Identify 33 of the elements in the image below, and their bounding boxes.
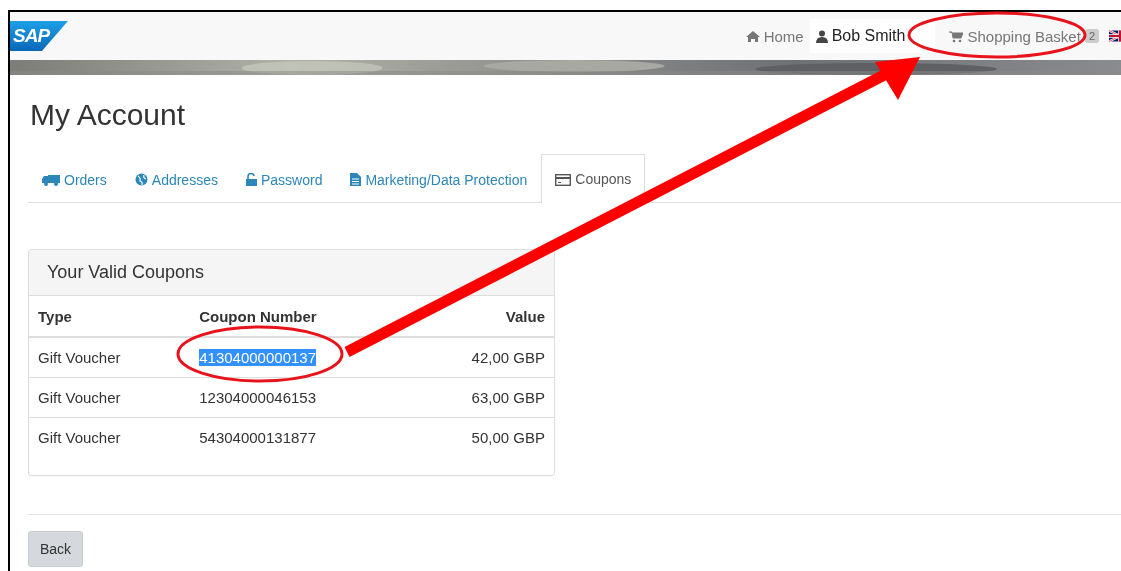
table-cell: 50,00 GBP (407, 417, 554, 457)
column-header: Type (29, 296, 191, 337)
user-icon (815, 29, 828, 43)
table-cell: Gift Voucher (29, 337, 191, 378)
page-title: My Account (30, 98, 187, 132)
tab[interactable]: Orders (28, 155, 121, 203)
coupon-number: 54304000131877 (199, 429, 316, 446)
tab[interactable]: Marketing/Data Protection (336, 155, 542, 203)
home-icon (745, 29, 760, 43)
tab[interactable]: Addresses (120, 155, 232, 203)
column-header: Value (407, 296, 554, 337)
home-link[interactable]: Home (739, 12, 810, 60)
table-cell: 63,00 GBP (407, 377, 554, 418)
globe-icon (134, 173, 148, 186)
coupon-number: 12304000046153 (199, 389, 316, 406)
logo[interactable]: SAP (10, 21, 68, 51)
count-badge: 2 (1084, 29, 1099, 43)
table-cell: 42,00 GBP (407, 337, 554, 378)
cart-icon (949, 29, 964, 43)
tab[interactable]: Password (231, 155, 337, 203)
back-button[interactable]: Back (28, 531, 84, 567)
document-icon (350, 173, 362, 186)
tab[interactable]: Coupons (541, 154, 646, 203)
table-cell: Gift Voucher (29, 377, 191, 418)
table-cell: Gift Voucher (29, 417, 191, 457)
coupon-number: 41304000000137 (199, 349, 316, 366)
card-icon (555, 172, 572, 186)
truck-icon (42, 173, 60, 186)
lock-icon (245, 173, 257, 186)
panel-title: Your Valid Coupons (29, 250, 554, 296)
column-header: Coupon Number (190, 296, 408, 337)
user-link[interactable]: Bob Smith (809, 19, 936, 53)
shopping-basket-link[interactable]: Shopping Basket 2 (943, 12, 1105, 60)
